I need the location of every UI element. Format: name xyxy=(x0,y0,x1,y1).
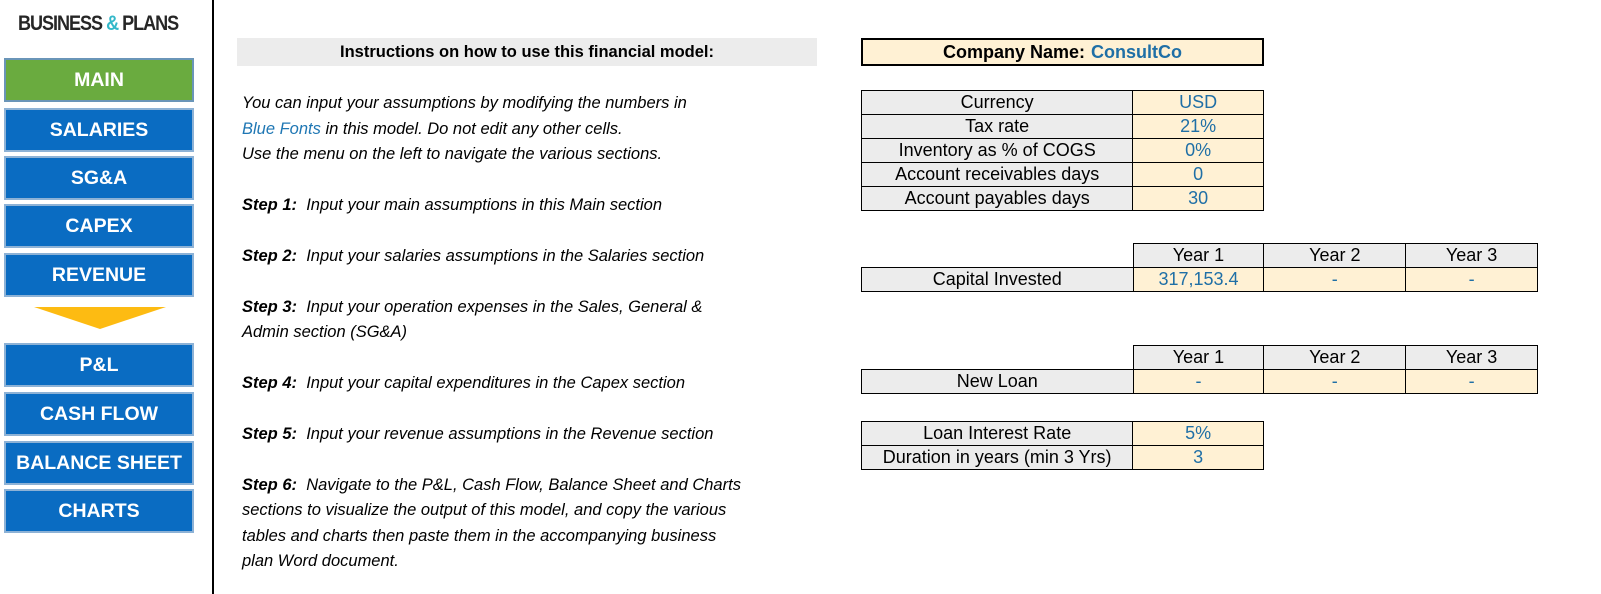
year-3-header: Year 3 xyxy=(1405,243,1538,268)
tax-rate-input[interactable]: 21% xyxy=(1132,114,1264,139)
capital-invested-year-2[interactable]: - xyxy=(1263,267,1407,292)
loan-interest-rate-input[interactable]: 5% xyxy=(1132,421,1264,446)
year-header-row: Year 1 Year 2 Year 3 xyxy=(862,243,1538,268)
loan-terms-table: Loan Interest Rate 5% Duration in years … xyxy=(860,421,1264,470)
nav-pl-button[interactable]: P&L xyxy=(4,343,194,387)
step-2-label: Step 2: xyxy=(242,247,298,265)
loan-interest-rate-label: Loan Interest Rate xyxy=(860,421,1134,446)
nav-cash-flow-button[interactable]: CASH FLOW xyxy=(4,392,194,436)
receivables-days-input[interactable]: 0 xyxy=(1132,162,1264,187)
instructions-intro-line-2: Blue Fonts in this model. Do not edit an… xyxy=(242,120,623,138)
year-2-header: Year 2 xyxy=(1263,243,1407,268)
capital-invested-year-1[interactable]: 317,153.4 xyxy=(1132,267,1265,292)
step-5: Step 5: Input your revenue assumptions i… xyxy=(242,425,714,443)
assumption-row: Account payables days 30 xyxy=(860,186,1264,211)
step-3: Step 3: Input your operation expenses in… xyxy=(242,298,703,316)
step-6-line-2: sections to visualize the output of this… xyxy=(242,501,727,519)
currency-input[interactable]: USD xyxy=(1132,90,1264,115)
nav-revenue-button[interactable]: REVENUE xyxy=(4,253,194,297)
year-3-header: Year 3 xyxy=(1405,345,1538,370)
assumption-row: Account receivables days 0 xyxy=(860,162,1264,187)
loan-term-row: Duration in years (min 3 Yrs) 3 xyxy=(860,445,1264,470)
nav-charts-button[interactable]: CHARTS xyxy=(4,489,194,533)
nav-salaries-button[interactable]: SALARIES xyxy=(4,108,194,152)
loan-duration-input[interactable]: 3 xyxy=(1132,445,1264,470)
nav-main-button[interactable]: MAIN xyxy=(4,58,194,102)
capital-invested-year-3[interactable]: - xyxy=(1405,267,1538,292)
year-header-row: Year 1 Year 2 Year 3 xyxy=(862,345,1538,370)
capital-invested-row: Capital Invested 317,153.4 - - xyxy=(861,267,1538,292)
assumption-row: Inventory as % of COGS 0% xyxy=(860,138,1264,163)
step-4: Step 4: Input your capital expenditures … xyxy=(242,374,686,392)
step-3-label: Step 3: xyxy=(242,298,298,316)
company-name-value[interactable]: ConsultCo xyxy=(1091,42,1182,63)
sidebar-divider xyxy=(212,0,214,594)
nav-sga-button[interactable]: SG&A xyxy=(4,156,194,200)
step-2: Step 2: Input your salaries assumptions … xyxy=(242,247,705,265)
step-6-line-4: plan Word document. xyxy=(242,552,399,570)
down-arrow-icon xyxy=(34,307,166,329)
logo: BUSINESS & PLANS xyxy=(18,12,179,38)
step-1-label: Step 1: xyxy=(242,196,298,214)
capital-invested-label: Capital Invested xyxy=(861,267,1134,292)
nav-capex-button[interactable]: CAPEX xyxy=(4,204,194,248)
instructions-intro-line-3: Use the menu on the left to navigate the… xyxy=(242,145,663,163)
assumptions-table: Currency USD Tax rate 21% Inventory as %… xyxy=(860,90,1264,211)
payables-days-input[interactable]: 30 xyxy=(1132,186,1264,211)
instructions-title: Instructions on how to use this financia… xyxy=(237,38,817,66)
year-1-header: Year 1 xyxy=(1132,345,1265,370)
assumption-row: Currency USD xyxy=(860,90,1264,115)
new-loan-label: New Loan xyxy=(861,369,1134,394)
payables-days-label: Account payables days xyxy=(860,186,1134,211)
logo-text-business: BUSINESS xyxy=(18,12,103,35)
new-loan-year-2[interactable]: - xyxy=(1263,369,1407,394)
capital-invested-table: Year 1 Year 2 Year 3 Capital Invested 31… xyxy=(861,243,1538,292)
tax-rate-label: Tax rate xyxy=(860,114,1134,139)
logo-ampersand: & xyxy=(106,12,119,35)
inventory-pct-label: Inventory as % of COGS xyxy=(860,138,1134,163)
new-loan-table: Year 1 Year 2 Year 3 New Loan - - - xyxy=(861,345,1538,394)
step-1: Step 1: Input your main assumptions in t… xyxy=(242,196,663,214)
year-2-header: Year 2 xyxy=(1263,345,1407,370)
inventory-pct-input[interactable]: 0% xyxy=(1132,138,1264,163)
step-6: Step 6: Navigate to the P&L, Cash Flow, … xyxy=(242,476,741,494)
logo-text-plans: PLANS xyxy=(122,12,179,35)
company-name-box[interactable]: Company Name: ConsultCo xyxy=(861,38,1264,66)
step-5-label: Step 5: xyxy=(242,425,298,443)
company-name-label: Company Name: xyxy=(942,41,1086,62)
assumption-row: Tax rate 21% xyxy=(860,114,1264,139)
new-loan-row: New Loan - - - xyxy=(861,369,1538,394)
year-1-header: Year 1 xyxy=(1132,243,1265,268)
new-loan-year-1[interactable]: - xyxy=(1132,369,1265,394)
receivables-days-label: Account receivables days xyxy=(860,162,1134,187)
new-loan-year-3[interactable]: - xyxy=(1405,369,1538,394)
step-6-line-3: tables and charts then paste them in the… xyxy=(242,527,717,545)
step-6-label: Step 6: xyxy=(242,476,298,494)
loan-duration-label: Duration in years (min 3 Yrs) xyxy=(860,445,1134,470)
loan-term-row: Loan Interest Rate 5% xyxy=(860,421,1264,446)
instructions-intro-line-1: You can input your assumptions by modify… xyxy=(242,94,687,112)
blue-fonts-text: Blue Fonts xyxy=(242,120,321,138)
nav-balance-sheet-button[interactable]: BALANCE SHEET xyxy=(4,441,194,485)
step-3-line-2: Admin section (SG&A) xyxy=(242,323,408,341)
currency-label: Currency xyxy=(860,90,1134,115)
step-4-label: Step 4: xyxy=(242,374,298,392)
